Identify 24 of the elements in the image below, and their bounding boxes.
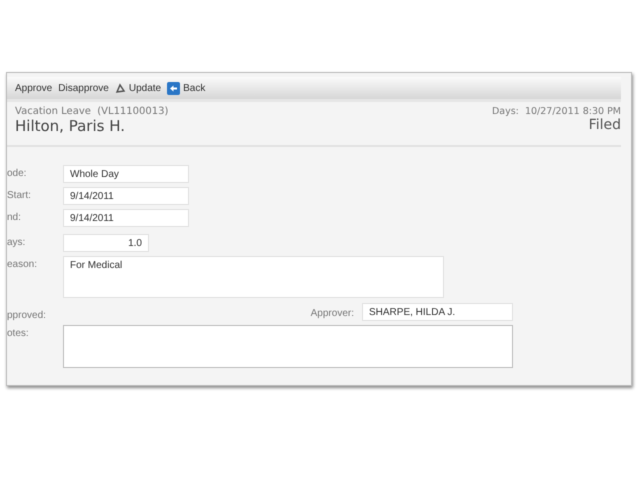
filed-date: Days: 10/27/2011 8:30 PM — [492, 106, 621, 117]
status-text: Filed — [588, 117, 621, 133]
field-label: ode: — [7, 167, 28, 181]
days-field[interactable]: 1.0 — [63, 234, 149, 252]
field-label: eason: — [7, 258, 38, 272]
start-date-field[interactable]: 9/14/2011 — [63, 187, 189, 205]
back-icon — [167, 82, 180, 94]
field-label: pproved: — [7, 309, 47, 321]
reason-field[interactable]: For Medical — [63, 256, 444, 298]
toolbar-button[interactable]: Back — [167, 82, 206, 94]
employee-name: Hilton, Paris H. — [15, 117, 126, 135]
approver-field[interactable]: SHARPE, HILDA J. — [362, 302, 513, 320]
field-label: Approver: — [310, 306, 354, 318]
toolbar-button[interactable]: Update — [114, 82, 162, 94]
field-label: otes: — [7, 327, 30, 341]
mode-field[interactable]: Whole Day — [63, 165, 189, 183]
end-date-field[interactable]: 9/14/2011 — [63, 209, 189, 227]
toolbar-button[interactable]: Disapprove — [58, 82, 109, 94]
field-label: ays: — [7, 236, 26, 250]
field-label: Start: — [7, 189, 32, 203]
leave-type: Vacation Leave (VL11100013) — [15, 106, 168, 117]
field-label: nd: — [7, 211, 22, 225]
toolbar-button[interactable]: Approve — [15, 82, 52, 94]
notes-field[interactable] — [63, 325, 513, 368]
